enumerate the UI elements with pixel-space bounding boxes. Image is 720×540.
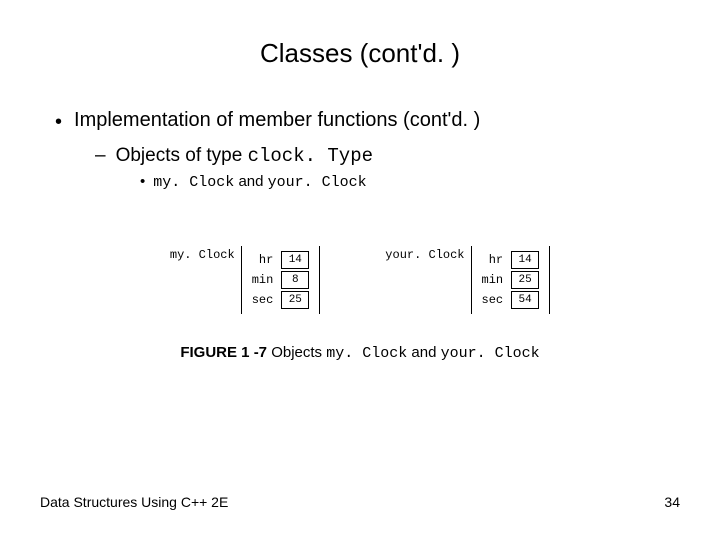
object-left-body: hr 14 min 8 sec 25 [241,246,321,314]
field-name: hr [259,253,273,267]
field-row: hr 14 [482,251,540,269]
caption-t2: and [407,344,440,361]
caption-code2: your. Clock [441,345,540,362]
field-row: min 8 [252,271,310,289]
bullet-dot: • [55,109,62,135]
slide-footer: Data Structures Using C++ 2E 34 [40,494,680,510]
bullet-l2-code: clock. Type [248,145,373,167]
bullet-l2-text: Objects of type clock. Type [116,145,373,167]
caption-label: FIGURE 1 -7 [180,344,271,361]
field-row: sec 25 [252,291,310,309]
figure-caption: FIGURE 1 -7 Objects my. Clock and your. … [40,344,680,362]
field-value: 25 [281,291,309,309]
object-right-body: hr 14 min 25 sec 54 [471,246,551,314]
bullet-level-3: • my. Clock and your. Clock [140,173,680,191]
bullet-l3-text: my. Clock and your. Clock [153,173,366,191]
caption-t1: Objects [271,344,326,361]
field-row: sec 54 [482,291,540,309]
object-left-label: my. Clock [170,246,235,262]
object-left: my. Clock hr 14 min 8 sec 25 [170,246,320,314]
bullet-l2-prefix: Objects of type [116,145,248,166]
field-name: hr [489,253,503,267]
field-name: sec [252,293,274,307]
footer-left: Data Structures Using C++ 2E [40,494,228,510]
slide-title: Classes (cont'd. ) [40,38,680,69]
bullet-l3-code2: your. Clock [268,174,367,191]
object-right: your. Clock hr 14 min 25 sec 54 [385,246,550,314]
field-row: min 25 [482,271,540,289]
caption-code1: my. Clock [326,345,407,362]
object-right-label: your. Clock [385,246,464,262]
field-name: min [252,273,274,287]
field-value: 8 [281,271,309,289]
bullet-level-1: • Implementation of member functions (co… [55,109,680,135]
figure-diagram: my. Clock hr 14 min 8 sec 25 your. Clock… [40,246,680,314]
field-value: 14 [281,251,309,269]
page-number: 34 [664,494,680,510]
bullet-l1-text: Implementation of member functions (cont… [74,109,480,132]
field-row: hr 14 [252,251,310,269]
field-name: min [482,273,504,287]
field-value: 25 [511,271,539,289]
field-value: 54 [511,291,539,309]
field-name: sec [482,293,504,307]
bullet-l3-code1: my. Clock [153,174,234,191]
bullet-dash: – [95,145,106,167]
bullet-level-2: – Objects of type clock. Type [95,145,680,167]
bullet-l3-mid: and [234,173,267,190]
bullet-dot-small: • [140,173,145,190]
field-value: 14 [511,251,539,269]
